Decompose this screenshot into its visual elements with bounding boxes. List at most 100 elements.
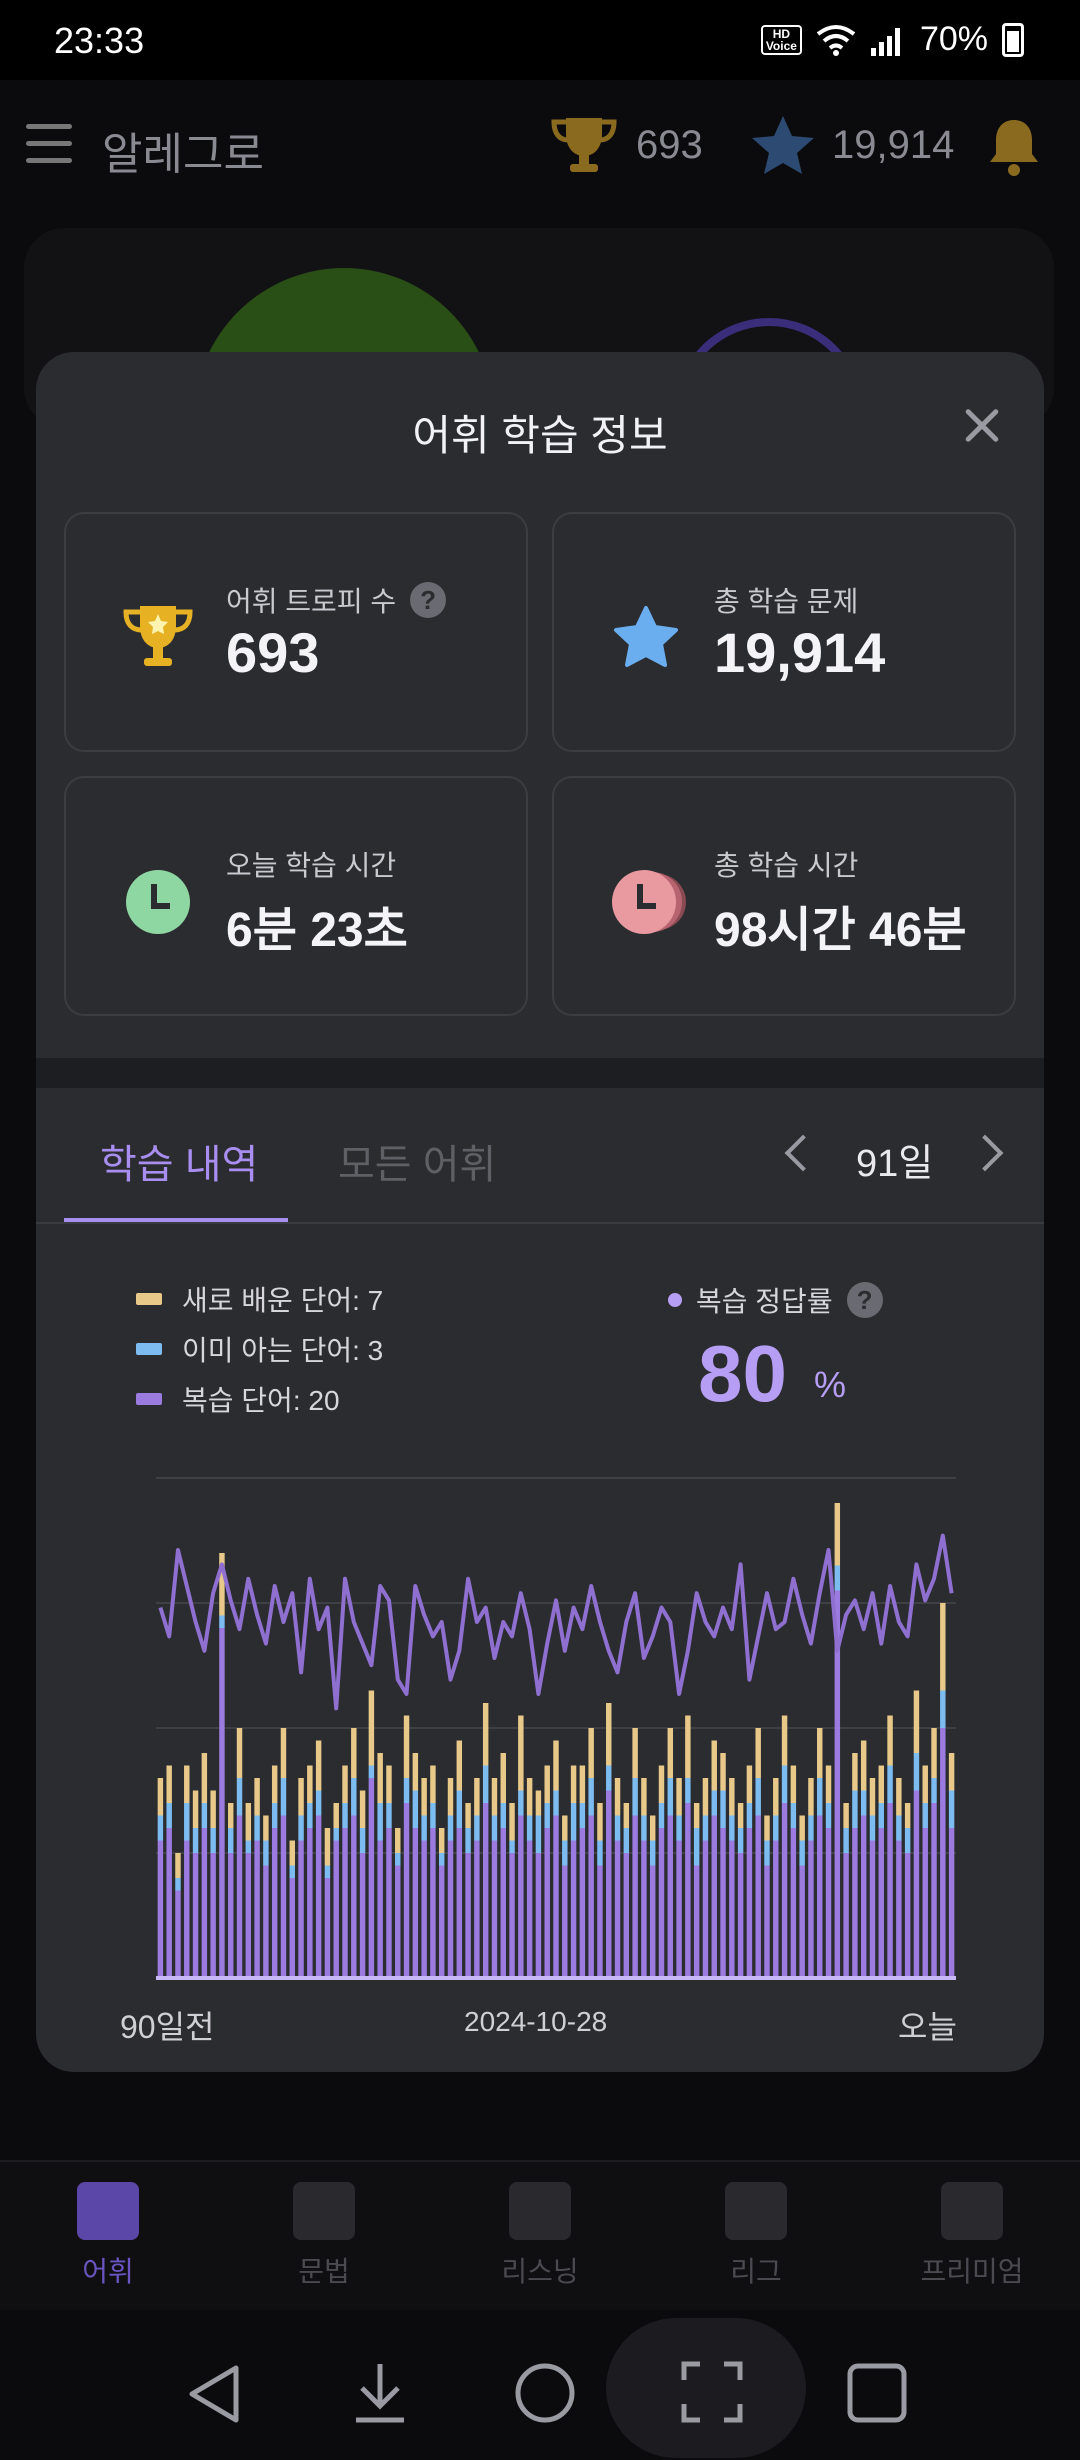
- bar-known: [430, 1803, 436, 1828]
- chevron-left-icon[interactable]: [784, 1134, 822, 1172]
- bar-new: [808, 1778, 814, 1816]
- bar-new: [817, 1728, 823, 1778]
- bar-new: [421, 1778, 427, 1816]
- bar-review: [667, 1815, 674, 1978]
- bar-known: [773, 1815, 779, 1841]
- bar-known: [737, 1828, 744, 1853]
- nav-item-listening[interactable]: 리스닝: [460, 2182, 620, 2290]
- bar-review: [315, 1815, 322, 1978]
- bar-review: [500, 1828, 506, 1978]
- vocab-info-modal: 어휘 학습 정보 어휘 트로피 수? 693 총 학습 문제 19,914 오늘…: [36, 352, 1044, 2072]
- bar-known: [606, 1765, 612, 1791]
- bar-known: [236, 1778, 243, 1816]
- help-icon[interactable]: ?: [410, 582, 447, 618]
- nav-item-premium[interactable]: 프리미엄: [892, 2182, 1052, 2290]
- bar-review: [931, 1803, 937, 1978]
- bar-new: [834, 1503, 841, 1566]
- bar-known: [597, 1840, 603, 1866]
- bar-known: [588, 1778, 594, 1816]
- download-icon[interactable]: [352, 2360, 408, 2424]
- bar-known: [931, 1778, 937, 1803]
- stat-card-total-problems: 총 학습 문제 19,914: [552, 512, 1016, 752]
- bar-known: [781, 1765, 788, 1803]
- bar-new: [157, 1778, 164, 1816]
- bar-new: [553, 1740, 559, 1791]
- bar-known: [500, 1803, 506, 1828]
- screenshot-icon[interactable]: [680, 2360, 744, 2424]
- bar-review: [342, 1828, 348, 1978]
- bar-known: [166, 1803, 172, 1828]
- bar-known: [175, 1878, 181, 1891]
- bar-new: [482, 1703, 489, 1766]
- bar-new: [438, 1828, 445, 1853]
- bar-new: [702, 1778, 709, 1816]
- status-time: 23:33: [54, 20, 145, 61]
- bar-new: [192, 1790, 199, 1828]
- wifi-icon: [816, 24, 856, 56]
- bar-known: [553, 1790, 559, 1816]
- back-icon[interactable]: [186, 2364, 242, 2424]
- menu-icon[interactable]: [26, 124, 72, 164]
- chevron-right-icon[interactable]: [966, 1134, 1004, 1172]
- bar-new: [922, 1765, 928, 1803]
- star-icon: [752, 116, 814, 174]
- header-star-count[interactable]: 19,914: [750, 114, 954, 176]
- bar-new: [184, 1765, 190, 1803]
- bar-new: [412, 1753, 419, 1791]
- signal-icon: [870, 27, 900, 56]
- recents-icon[interactable]: [846, 2362, 908, 2424]
- bar-new: [676, 1778, 682, 1816]
- bar-known: [843, 1828, 849, 1853]
- nav-item-grammar[interactable]: 문법: [244, 2182, 404, 2290]
- bar-known: [192, 1828, 199, 1853]
- help-icon[interactable]: ?: [846, 1282, 883, 1318]
- bar-review: [579, 1828, 586, 1978]
- bar-new: [175, 1853, 181, 1878]
- bar-review: [755, 1815, 761, 1978]
- bar-known: [896, 1815, 902, 1841]
- bar-known: [817, 1778, 823, 1816]
- bar-known: [544, 1803, 550, 1828]
- bar-new: [456, 1740, 463, 1791]
- bar-new: [544, 1765, 550, 1803]
- bell-icon[interactable]: [984, 116, 1044, 178]
- accuracy-line: [158, 1533, 954, 1711]
- header-trophy-count[interactable]: 693: [548, 114, 703, 176]
- grammar-icon: [293, 2182, 355, 2240]
- bar-new: [737, 1803, 744, 1828]
- nav-item-league[interactable]: 리그: [676, 2182, 836, 2290]
- tab-all-vocab[interactable]: 모든 어휘: [338, 1132, 496, 1190]
- bar-review: [280, 1815, 287, 1978]
- stat-label: 총 학습 시간: [714, 850, 859, 881]
- stat-value: 693: [226, 621, 320, 684]
- bar-known: [764, 1840, 770, 1866]
- bar-review: [333, 1840, 339, 1978]
- bar-review: [201, 1828, 208, 1978]
- tab-study-history[interactable]: 학습 내역: [100, 1132, 258, 1190]
- bottom-nav: 어휘 문법 리스닝 리그 프리미엄: [0, 2160, 1080, 2310]
- bar-review: [157, 1840, 164, 1978]
- nav-item-vocab[interactable]: 어휘: [28, 2182, 188, 2290]
- bar-known: [263, 1840, 269, 1866]
- bar-review: [790, 1828, 797, 1978]
- bar-new: [649, 1815, 656, 1841]
- bar-new: [474, 1778, 480, 1816]
- bar-known: [518, 1790, 524, 1816]
- bar-review: [465, 1853, 471, 1978]
- bar-known: [790, 1803, 797, 1828]
- stat-card-trophies: 어휘 트로피 수? 693: [64, 512, 528, 752]
- bar-known: [711, 1790, 717, 1816]
- chart-legend: 새로 배운 단어: 7 이미 아는 단어: 3 복습 단어: 20: [136, 1274, 383, 1424]
- bar-review: [614, 1840, 621, 1978]
- bar-new: [948, 1753, 955, 1791]
- bar-new: [298, 1778, 304, 1816]
- bar-review: [553, 1815, 559, 1978]
- bar-review: [658, 1828, 665, 1978]
- home-icon[interactable]: [514, 2362, 576, 2424]
- bar-new: [526, 1778, 533, 1816]
- bar-new: [755, 1728, 761, 1778]
- close-button[interactable]: [954, 398, 1010, 454]
- bar-review: [307, 1828, 313, 1978]
- bar-review: [491, 1840, 498, 1978]
- bar-new: [588, 1728, 594, 1778]
